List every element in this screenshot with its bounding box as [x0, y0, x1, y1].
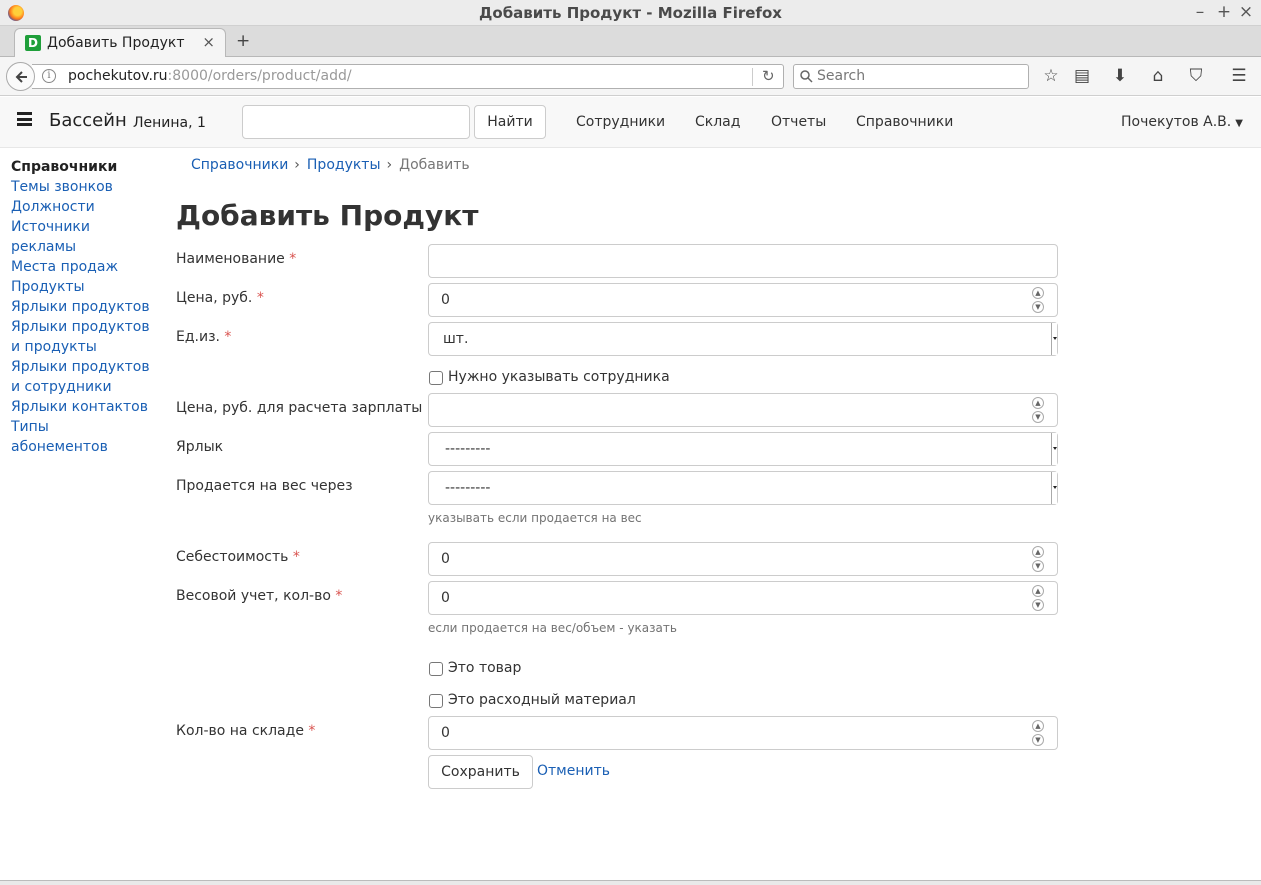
- weight-label: Весовой учет, кол-во *: [176, 588, 343, 604]
- sidebar-item-products[interactable]: Продукты: [11, 277, 161, 297]
- is-goods-checkbox[interactable]: Это товар: [429, 660, 521, 676]
- find-button[interactable]: Найти: [474, 105, 546, 139]
- select-arrow-icon: [1051, 323, 1057, 355]
- breadcrumb-separator: ›: [386, 157, 393, 173]
- breadcrumb-products[interactable]: Продукты: [307, 157, 381, 173]
- cancel-link[interactable]: Отменить: [537, 763, 610, 779]
- url-text[interactable]: pochekutov.ru:8000/orders/product/add/: [68, 68, 352, 84]
- breadcrumb: Справочники › Продукты › Добавить: [191, 157, 470, 173]
- home-icon[interactable]: ⌂: [1148, 66, 1168, 86]
- nav-employees[interactable]: Сотрудники: [576, 114, 665, 130]
- number-spinner-icon[interactable]: ▲ ▼: [1032, 397, 1044, 423]
- unit-label: Ед.из. *: [176, 329, 232, 345]
- sold-by-weight-help: указывать если продается на вес: [428, 511, 642, 525]
- sidebar-heading: Справочники: [11, 159, 118, 175]
- hamburger-menu-icon[interactable]: [17, 112, 32, 126]
- save-button[interactable]: Сохранить: [428, 755, 533, 789]
- select-arrow-icon: [1051, 433, 1057, 465]
- site-search-input[interactable]: [242, 105, 470, 139]
- site-favicon-icon: D: [25, 35, 41, 51]
- sidebar-item-ad-sources[interactable]: Источники рекламы: [11, 217, 101, 257]
- window-titlebar: Добавить Продукт - Mozilla Firefox – + ×: [0, 0, 1261, 26]
- need-employee-checkbox[interactable]: Нужно указывать сотрудника: [429, 369, 670, 385]
- tab-label: Добавить Продукт: [47, 35, 185, 51]
- menu-icon[interactable]: ☰: [1229, 66, 1249, 86]
- stock-input[interactable]: 0 ▲ ▼: [428, 716, 1058, 750]
- reading-list-icon[interactable]: ▤: [1072, 66, 1092, 86]
- is-consumable-checkbox[interactable]: Это расходный материал: [429, 692, 636, 708]
- user-menu[interactable]: Почекутов А.В. ▼: [1121, 114, 1243, 130]
- price-label: Цена, руб. *: [176, 290, 264, 306]
- weight-input[interactable]: 0 ▲ ▼: [428, 581, 1058, 615]
- maximize-icon[interactable]: +: [1216, 2, 1232, 22]
- sidebar-item-subscription-types[interactable]: Типы абонементов: [11, 417, 121, 457]
- close-window-icon[interactable]: ×: [1238, 2, 1254, 22]
- sidebar-item-product-tags-employees[interactable]: Ярлыки продуктов и сотрудники: [11, 357, 157, 397]
- checkbox-icon[interactable]: [429, 694, 443, 708]
- tab-active[interactable]: D Добавить Продукт ×: [14, 28, 226, 58]
- sold-by-weight-select[interactable]: ---------: [428, 471, 1058, 505]
- back-button[interactable]: [6, 62, 35, 91]
- minimize-icon[interactable]: –: [1192, 2, 1208, 22]
- nav-directories[interactable]: Справочники: [856, 114, 953, 130]
- downloads-icon[interactable]: ⬇: [1110, 66, 1130, 86]
- checkbox-icon[interactable]: [429, 371, 443, 385]
- browser-navbar: i pochekutov.ru:8000/orders/product/add/…: [0, 57, 1261, 96]
- tag-select[interactable]: ---------: [428, 432, 1058, 466]
- pocket-icon[interactable]: ⛉: [1186, 66, 1206, 86]
- search-icon: [800, 67, 813, 87]
- site-navbar: Бассейн Ленина, 1 Найти Сотрудники Склад…: [0, 97, 1261, 148]
- stock-label: Кол-во на складе *: [176, 723, 316, 739]
- sidebar-item-product-tags-products[interactable]: Ярлыки продуктов и продукты: [11, 317, 157, 357]
- weight-help: если продается на вес/объем - указать: [428, 621, 677, 635]
- back-arrow-icon: [15, 71, 27, 83]
- sidebar-item-contact-tags[interactable]: Ярлыки контактов: [11, 397, 161, 417]
- unit-select[interactable]: шт.: [428, 322, 1058, 356]
- select-arrow-icon: [1051, 472, 1057, 504]
- url-divider: [752, 68, 753, 86]
- breadcrumb-directories[interactable]: Справочники: [191, 157, 288, 173]
- site-info-icon[interactable]: i: [42, 69, 56, 83]
- url-bar[interactable]: i pochekutov.ru:8000/orders/product/add/…: [32, 64, 784, 89]
- nav-reports[interactable]: Отчеты: [771, 114, 826, 130]
- breadcrumb-current: Добавить: [399, 157, 470, 173]
- checkbox-icon[interactable]: [429, 662, 443, 676]
- breadcrumb-separator: ›: [294, 157, 300, 173]
- tab-strip: D Добавить Продукт × +: [0, 26, 1261, 58]
- tab-close-icon[interactable]: ×: [202, 33, 215, 51]
- user-name: Почекутов А.В.: [1121, 114, 1232, 130]
- sold-by-weight-label: Продается на вес через: [176, 478, 353, 494]
- number-spinner-icon[interactable]: ▲ ▼: [1032, 720, 1044, 746]
- sidebar: Справочники Темы звонков Должности Источ…: [11, 157, 161, 457]
- search-placeholder: Search: [817, 68, 866, 84]
- search-bar[interactable]: Search: [793, 64, 1029, 89]
- salary-price-input[interactable]: ▲ ▼: [428, 393, 1058, 427]
- cost-label: Себестоимость *: [176, 549, 300, 565]
- window-bottom-border: [0, 880, 1261, 885]
- number-spinner-icon[interactable]: ▲ ▼: [1032, 585, 1044, 611]
- caret-down-icon: ▼: [1235, 118, 1243, 129]
- cost-input[interactable]: 0 ▲ ▼: [428, 542, 1058, 576]
- reload-icon[interactable]: ↻: [762, 67, 775, 85]
- page-title: Добавить Продукт: [176, 199, 479, 232]
- sidebar-item-product-tags[interactable]: Ярлыки продуктов: [11, 297, 161, 317]
- bookmark-star-icon[interactable]: ☆: [1041, 66, 1061, 86]
- new-tab-button[interactable]: +: [236, 31, 250, 51]
- site-brand-subtitle[interactable]: Ленина, 1: [133, 115, 206, 131]
- name-label: Наименование *: [176, 251, 297, 267]
- tag-label: Ярлык: [176, 439, 224, 455]
- number-spinner-icon[interactable]: ▲ ▼: [1032, 287, 1044, 313]
- salary-price-label: Цена, руб. для расчета зарплаты: [176, 400, 423, 416]
- sidebar-item-positions[interactable]: Должности: [11, 197, 161, 217]
- window-title: Добавить Продукт - Mozilla Firefox: [479, 4, 782, 22]
- nav-warehouse[interactable]: Склад: [695, 114, 740, 130]
- sidebar-item-sale-points[interactable]: Места продаж: [11, 257, 161, 277]
- number-spinner-icon[interactable]: ▲ ▼: [1032, 546, 1044, 572]
- sidebar-item-call-topics[interactable]: Темы звонков: [11, 177, 161, 197]
- price-input[interactable]: 0 ▲ ▼: [428, 283, 1058, 317]
- name-input[interactable]: [428, 244, 1058, 278]
- site-brand[interactable]: Бассейн: [49, 110, 127, 131]
